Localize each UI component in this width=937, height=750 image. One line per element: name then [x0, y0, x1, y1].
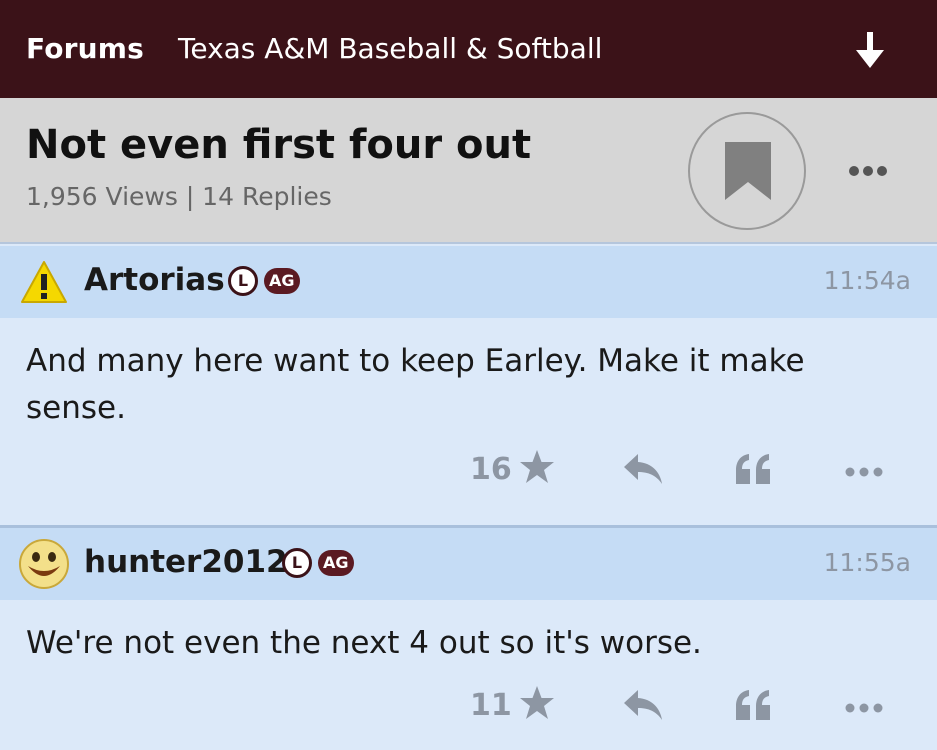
lifetime-badge: L: [228, 266, 258, 296]
arrow-down-icon[interactable]: [848, 28, 892, 72]
post-time: 11:54a: [823, 266, 911, 295]
post-actions: 11: [0, 684, 937, 734]
post-body: We're not even the next 4 out so it's wo…: [0, 600, 937, 750]
more-options-icon[interactable]: [840, 698, 888, 722]
post-header: hunter2012 L AG 11:55a: [0, 528, 937, 600]
more-options-icon[interactable]: [840, 462, 888, 486]
ag-badge: AG: [318, 550, 354, 576]
ag-badge: AG: [264, 268, 300, 294]
quote-icon[interactable]: [734, 688, 774, 726]
post-body: And many here want to keep Earley. Make …: [0, 318, 937, 526]
thread-title: Not even first four out: [26, 122, 532, 168]
thread-stats: 1,956 Views | 14 Replies: [26, 182, 332, 211]
post: Artorias L AG 11:54a And many here want …: [0, 246, 937, 526]
top-nav-bar: Forums Texas A&M Baseball & Softball: [0, 0, 937, 98]
thread-header: Not even first four out 1,956 Views | 14…: [0, 98, 937, 244]
post-text: And many here want to keep Earley. Make …: [26, 343, 805, 426]
reply-icon[interactable]: [622, 688, 664, 726]
bookmark-icon: [725, 142, 771, 200]
star-icon[interactable]: [518, 448, 556, 490]
quote-icon[interactable]: [734, 452, 774, 490]
post-username[interactable]: hunter2012: [84, 544, 288, 580]
smiley-icon: [16, 536, 72, 592]
star-count: 16: [470, 452, 512, 487]
warning-icon: [16, 254, 72, 310]
post: hunter2012 L AG 11:55a We're not even th…: [0, 528, 937, 750]
forums-link[interactable]: Forums: [26, 32, 144, 65]
lifetime-badge: L: [282, 548, 312, 578]
post-time: 11:55a: [823, 548, 911, 577]
post-username[interactable]: Artorias: [84, 262, 225, 298]
post-actions: 16: [0, 448, 937, 498]
bookmark-button[interactable]: [688, 112, 806, 230]
more-options-icon[interactable]: [838, 156, 898, 186]
post-text: We're not even the next 4 out so it's wo…: [26, 625, 702, 661]
star-icon[interactable]: [518, 684, 556, 726]
star-count: 11: [470, 688, 512, 723]
reply-icon[interactable]: [622, 452, 664, 490]
post-header: Artorias L AG 11:54a: [0, 246, 937, 318]
forum-name-link[interactable]: Texas A&M Baseball & Softball: [178, 32, 602, 65]
